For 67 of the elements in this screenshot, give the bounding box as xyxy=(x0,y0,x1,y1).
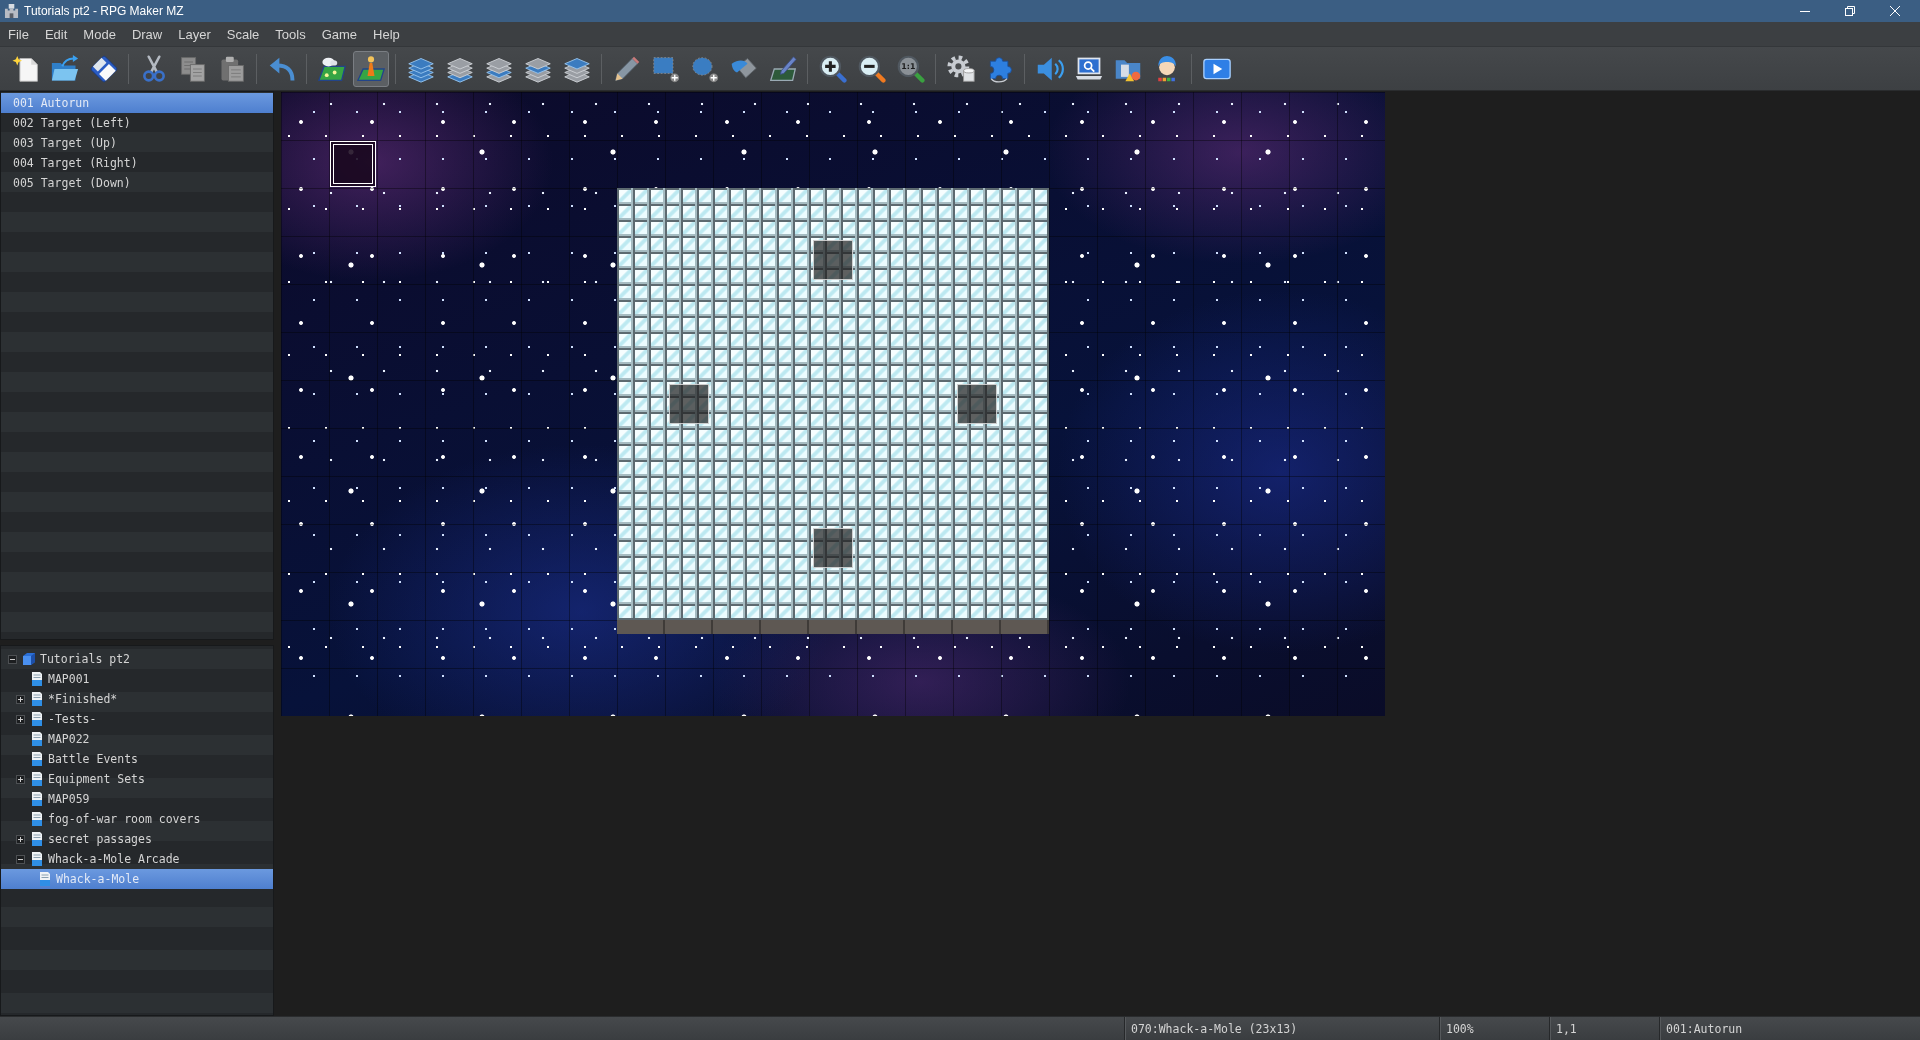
open-folder-icon xyxy=(50,54,79,83)
map-page-icon xyxy=(32,732,42,746)
menu-item[interactable]: Game xyxy=(313,22,366,46)
cube-icon xyxy=(22,652,36,666)
map-tree-item[interactable]: MAP001 xyxy=(1,669,273,689)
menu-item[interactable]: Edit xyxy=(36,22,76,46)
window-title: Tutorials pt2 - RPG Maker MZ xyxy=(24,4,184,18)
map-info: 070:Whack-a-Mole (23x13) xyxy=(1131,1021,1298,1036)
map-tree-item[interactable]: MAP022 xyxy=(1,729,273,749)
menu-item[interactable]: Help xyxy=(365,22,408,46)
map-tree-item[interactable]: Equipment Sets xyxy=(1,769,273,789)
map-page-icon xyxy=(32,672,42,686)
map-tree-item[interactable]: secret passages xyxy=(1,829,273,849)
castle-icon xyxy=(4,4,19,18)
menu-item[interactable]: Scale xyxy=(218,22,268,46)
map-page-icon xyxy=(32,692,42,706)
map-tree-item[interactable]: *Finished* xyxy=(1,689,273,709)
map-page-icon xyxy=(32,772,42,786)
event-marker[interactable] xyxy=(957,384,997,424)
event-marker[interactable] xyxy=(813,528,853,568)
map-page-icon xyxy=(32,812,42,826)
collapse-icon[interactable] xyxy=(16,854,25,864)
map-page-icon xyxy=(32,752,42,766)
close-icon xyxy=(1889,6,1900,16)
event-list-item[interactable]: 003 Target (Up) xyxy=(1,133,273,153)
menu-item[interactable]: Draw xyxy=(123,22,171,46)
cursor-position: 1,1 xyxy=(1556,1021,1577,1036)
rectangle-select-icon xyxy=(651,54,680,83)
new-file-icon xyxy=(11,54,40,83)
event-marker[interactable] xyxy=(669,384,709,424)
zoom-in-icon xyxy=(818,54,847,83)
event-mode-button[interactable] xyxy=(352,50,389,87)
event-list-item[interactable]: 005 Target (Down) xyxy=(1,173,273,193)
expand-icon[interactable] xyxy=(16,694,25,704)
map-tree-item[interactable]: Tutorials pt2 xyxy=(1,649,273,669)
map-page-icon xyxy=(32,852,42,866)
ellipse-select-icon xyxy=(690,54,719,83)
map-tree-item[interactable]: Battle Events xyxy=(1,749,273,769)
map-page-icon xyxy=(40,872,50,886)
menu-item[interactable]: Layer xyxy=(170,22,219,46)
menu-item[interactable]: Tools xyxy=(267,22,314,46)
current-event: 001:Autorun xyxy=(1666,1021,1743,1036)
event-list-item[interactable]: 002 Target (Left) xyxy=(1,113,273,133)
menu-item[interactable]: Mode xyxy=(75,22,124,46)
menu-item[interactable]: File xyxy=(0,22,37,46)
map-page-icon xyxy=(32,792,42,806)
map-tree-item[interactable]: MAP059 xyxy=(1,789,273,809)
zoom-out-icon xyxy=(857,54,886,83)
zoom-level: 100% xyxy=(1446,1021,1474,1036)
map-tree-item[interactable]: Whack-a-Mole Arcade xyxy=(1,849,273,869)
tablet-pen-icon xyxy=(768,54,797,83)
figure-on-tile-icon xyxy=(356,54,385,83)
collapse-icon[interactable] xyxy=(8,654,17,664)
map-page-icon xyxy=(32,832,42,846)
restore-icon xyxy=(1844,6,1855,16)
map-page-icon xyxy=(32,712,42,726)
map-tree-item[interactable]: -Tests- xyxy=(1,709,273,729)
pencil-icon xyxy=(612,54,641,83)
event-marker[interactable] xyxy=(813,240,853,280)
copy-pages-icon xyxy=(178,54,207,83)
expand-icon[interactable] xyxy=(16,714,25,724)
event-list-item[interactable]: 004 Target (Right) xyxy=(1,153,273,173)
gear-database-icon xyxy=(946,54,975,83)
expand-icon[interactable] xyxy=(16,774,25,784)
map-tree-item[interactable]: fog-of-war room covers xyxy=(1,809,273,829)
expand-icon[interactable] xyxy=(16,834,25,844)
minimize-icon xyxy=(1799,10,1810,12)
